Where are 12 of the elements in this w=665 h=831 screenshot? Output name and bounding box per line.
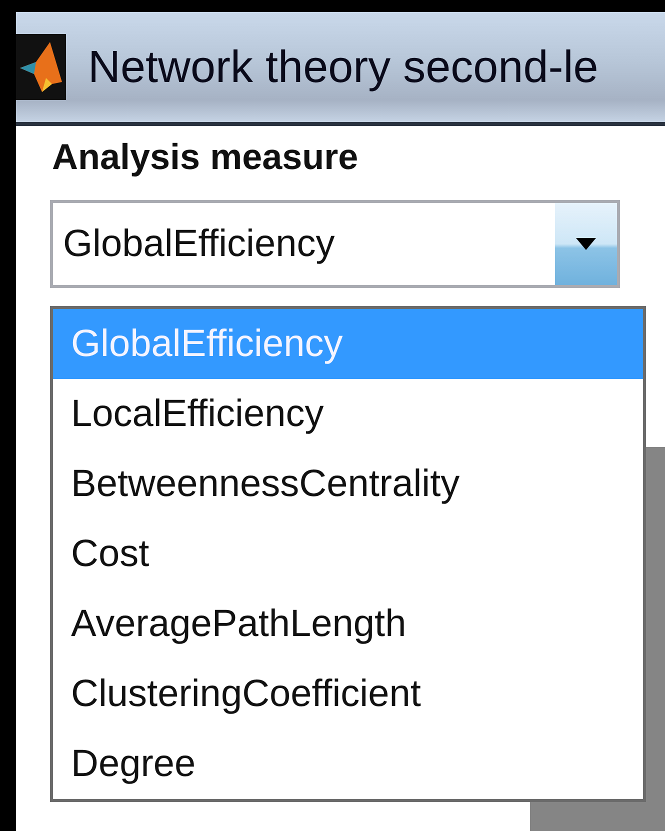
caret-icon — [576, 238, 596, 250]
window-title: Network theory second-le — [88, 41, 598, 93]
dropdown-option[interactable]: LocalEfficiency — [53, 379, 643, 449]
dropdown-option[interactable]: ClusteringCoefficient — [53, 659, 643, 729]
dropdown-option[interactable]: BetweennessCentrality — [53, 449, 643, 519]
measure-label: Analysis measure — [52, 136, 358, 178]
dropdown-button[interactable] — [555, 203, 617, 285]
measure-dropdown[interactable]: GlobalEfficiency — [50, 200, 620, 288]
dropdown-option[interactable]: AveragePathLength — [53, 589, 643, 659]
dropdown-option[interactable]: Cost — [53, 519, 643, 589]
app-icon — [16, 34, 66, 100]
dropdown-option[interactable]: Degree — [53, 729, 643, 799]
